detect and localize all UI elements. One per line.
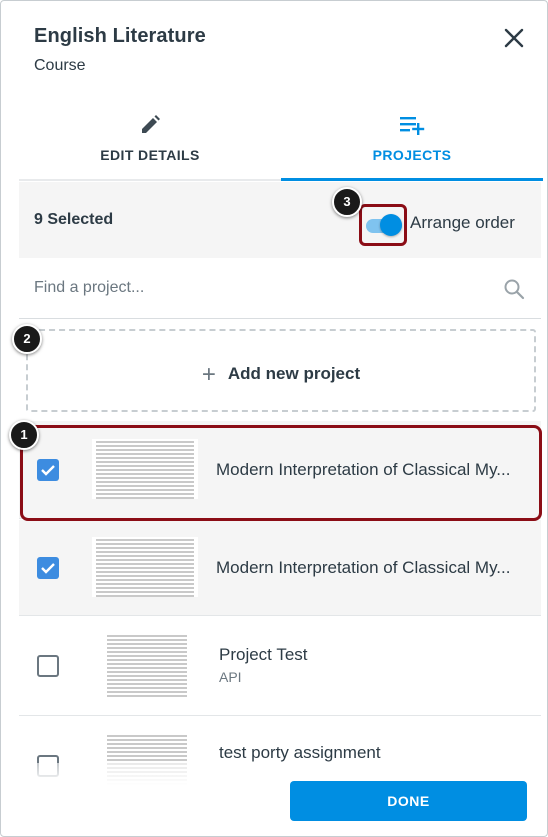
project-checkbox[interactable] <box>37 557 59 579</box>
project-checkbox[interactable] <box>37 655 59 677</box>
add-new-project-content: + Add new project <box>28 361 534 389</box>
selection-bar: 9 Selected Arrange order <box>19 182 541 258</box>
project-subtitle: API <box>219 669 242 685</box>
add-new-project-label: Add new project <box>227 364 361 383</box>
search-icon[interactable] <box>503 278 525 300</box>
callout-badge-2: 2 <box>12 324 42 354</box>
callout-badge-1: 1 <box>9 420 39 450</box>
tab-projects[interactable]: PROJECTS <box>281 109 543 181</box>
arrange-order-toggle[interactable] <box>359 204 407 246</box>
close-icon <box>504 28 524 48</box>
project-thumbnail <box>103 633 191 699</box>
plus-icon: + <box>201 361 216 388</box>
project-title: Project Test <box>219 645 308 664</box>
callout-badge-3: 3 <box>332 187 362 217</box>
selected-count: 9 Selected <box>34 211 114 228</box>
done-button[interactable]: DONE <box>290 781 527 821</box>
checkmark-icon <box>41 465 55 476</box>
project-panel: English Literature Course EDIT DETAILS P… <box>0 0 548 837</box>
search-input[interactable] <box>19 259 489 317</box>
tab-edit-details-label: EDIT DETAILS <box>100 147 200 163</box>
project-thumbnail <box>92 537 198 597</box>
project-title: Modern Interpretation of Classical My... <box>216 460 511 479</box>
project-row[interactable]: Project Test API <box>19 617 541 716</box>
add-new-project-button[interactable]: + Add new project <box>26 329 536 412</box>
project-thumbnail <box>92 439 198 499</box>
panel-subtitle: Course <box>34 57 86 74</box>
checkmark-icon <box>41 563 55 574</box>
project-row[interactable]: Modern Interpretation of Classical My... <box>19 520 541 616</box>
playlist-add-icon <box>400 117 425 135</box>
project-row[interactable]: Modern Interpretation of Classical My... <box>19 421 541 519</box>
tab-projects-label: PROJECTS <box>372 147 452 163</box>
toggle-knob <box>380 214 402 236</box>
close-button[interactable] <box>501 25 527 51</box>
tab-edit-details[interactable]: EDIT DETAILS <box>19 109 281 181</box>
project-checkbox[interactable] <box>37 459 59 481</box>
pencil-icon <box>142 115 160 133</box>
panel-title: English Literature <box>34 25 206 47</box>
project-title: Modern Interpretation of Classical My... <box>216 558 511 577</box>
project-search <box>19 259 541 319</box>
project-title: test porty assignment <box>219 743 381 762</box>
arrange-order-label: Arrange order <box>410 213 515 232</box>
